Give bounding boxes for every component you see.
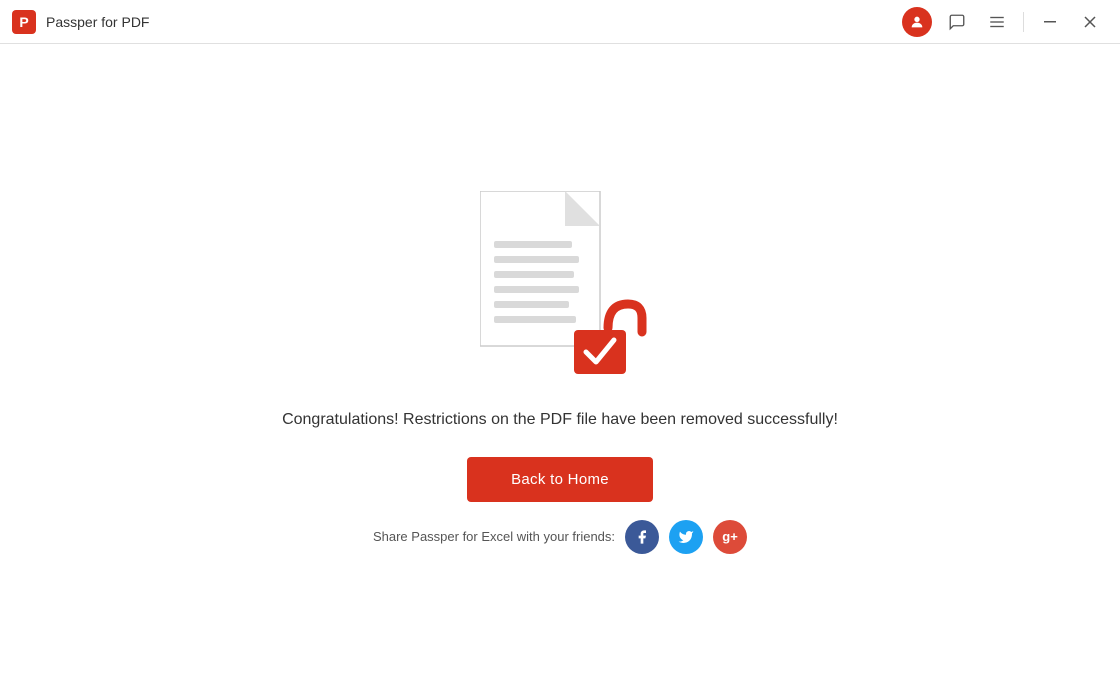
- close-button[interactable]: [1072, 4, 1108, 40]
- twitter-share-button[interactable]: [669, 520, 703, 554]
- share-row: Share Passper for Excel with your friend…: [373, 520, 747, 554]
- main-content: Congratulations! Restrictions on the PDF…: [0, 44, 1120, 690]
- minimize-button[interactable]: [1032, 4, 1068, 40]
- title-bar-right: [899, 4, 1108, 40]
- title-bar: P Passper for PDF: [0, 0, 1120, 44]
- chat-icon[interactable]: [939, 4, 975, 40]
- app-title: Passper for PDF: [46, 14, 149, 30]
- google-share-button[interactable]: g+: [713, 520, 747, 554]
- share-label: Share Passper for Excel with your friend…: [373, 529, 615, 544]
- user-avatar: [902, 7, 932, 37]
- success-illustration: [470, 181, 650, 381]
- title-bar-separator: [1023, 12, 1024, 32]
- app-logo: P: [12, 10, 36, 34]
- back-to-home-button[interactable]: Back to Home: [467, 457, 653, 502]
- facebook-share-button[interactable]: [625, 520, 659, 554]
- menu-icon[interactable]: [979, 4, 1015, 40]
- success-message: Congratulations! Restrictions on the PDF…: [282, 411, 838, 429]
- user-icon[interactable]: [899, 4, 935, 40]
- title-bar-left: P Passper for PDF: [12, 10, 149, 34]
- unlocked-padlock-icon: [570, 296, 650, 381]
